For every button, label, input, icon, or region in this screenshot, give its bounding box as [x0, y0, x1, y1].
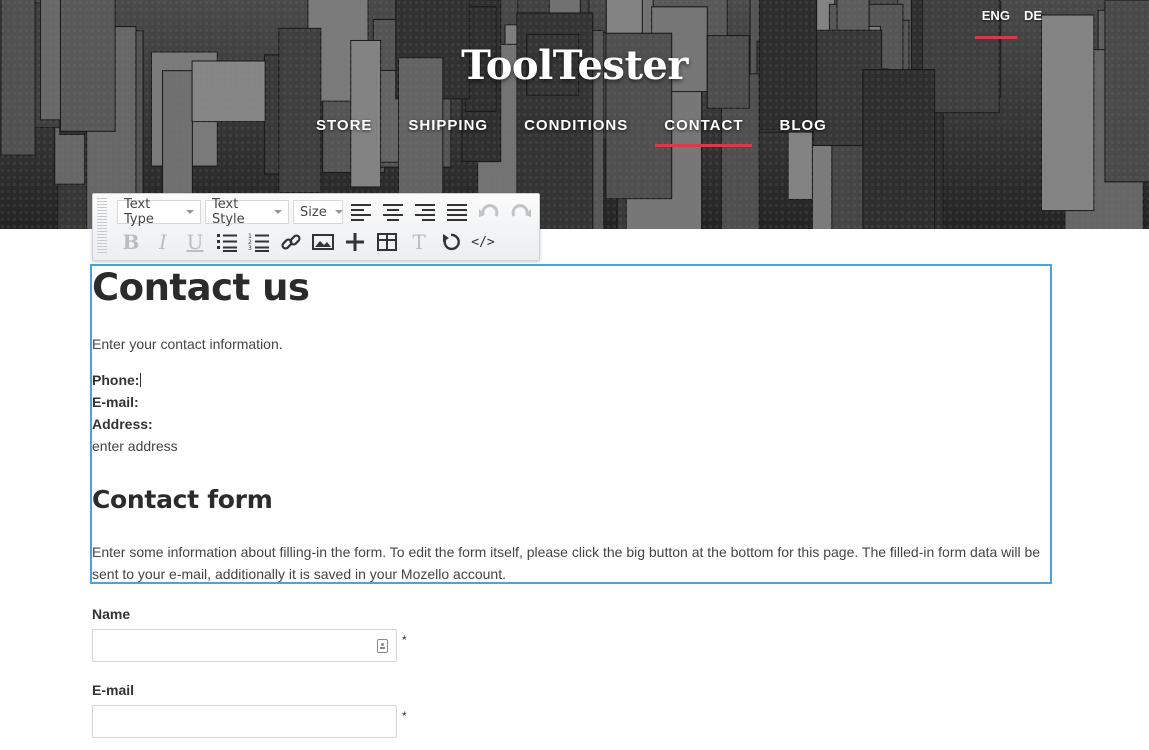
- text-cursor: [140, 373, 142, 387]
- refresh-icon: [443, 233, 460, 251]
- nav-item-conditions[interactable]: CONDITIONS: [506, 117, 646, 146]
- code-icon: </>: [471, 234, 495, 250]
- contact-card-icon: [377, 639, 388, 653]
- table-icon: [377, 233, 397, 251]
- size-dropdown[interactable]: Size: [293, 200, 343, 224]
- address-value: enter address: [92, 438, 178, 454]
- underline-button[interactable]: U: [181, 230, 209, 254]
- bullet-list-icon: [217, 234, 237, 252]
- editable-content-area[interactable]: [90, 264, 1052, 584]
- insert-button[interactable]: [341, 230, 369, 254]
- name-required-mark: *: [402, 633, 407, 647]
- align-justify-icon: [447, 204, 467, 221]
- link-button[interactable]: [277, 230, 305, 254]
- nav-item-shipping[interactable]: SHIPPING: [390, 117, 506, 146]
- contact-form-description: Enter some information about filling-in …: [92, 544, 1041, 582]
- email-field-label: E-mail: [92, 682, 135, 698]
- size-label: Size: [300, 204, 327, 220]
- text-type-label: Text Type: [124, 197, 154, 227]
- contact-intro-text: Enter your contact information.: [92, 336, 283, 352]
- svg-text:3: 3: [248, 245, 252, 252]
- table-button[interactable]: [373, 230, 401, 254]
- lang-de-link[interactable]: DE: [1017, 8, 1049, 33]
- numbered-list-button[interactable]: 123: [245, 230, 273, 254]
- site-title[interactable]: ToolTester: [0, 42, 1149, 89]
- text-style-dropdown[interactable]: Text Style: [205, 197, 289, 227]
- chevron-down-icon: [334, 210, 343, 214]
- clear-format-button[interactable]: T: [405, 230, 433, 254]
- name-field-label: Name: [92, 606, 131, 622]
- image-icon: [312, 234, 334, 250]
- main-nav: STORE SHIPPING CONDITIONS CONTACT BLOG: [298, 117, 845, 147]
- text-style-label: Text Style: [212, 197, 245, 227]
- editor-toolbar: Text Type Text Style Size B I U 1 2 3 T …: [92, 193, 540, 261]
- align-left-button[interactable]: [347, 200, 375, 224]
- align-center-icon: [383, 204, 403, 221]
- underline-icon: U: [186, 230, 204, 254]
- align-right-button[interactable]: [411, 200, 439, 224]
- name-input[interactable]: [92, 629, 397, 662]
- numbered-list-icon: 123: [248, 233, 269, 252]
- align-justify-button[interactable]: [443, 200, 471, 224]
- email-label: E-mail:: [92, 394, 139, 410]
- phone-label-text: Phone:: [92, 372, 140, 388]
- undo-button[interactable]: [475, 200, 503, 224]
- contact-form-heading: Contact form: [92, 485, 273, 514]
- source-code-button[interactable]: </>: [469, 230, 497, 254]
- toolbar-drag-handle[interactable]: [97, 198, 107, 254]
- chevron-down-icon: [274, 210, 282, 214]
- italic-button[interactable]: I: [149, 230, 177, 254]
- text-type-dropdown[interactable]: Text Type: [117, 197, 201, 227]
- align-right-icon: [415, 204, 435, 221]
- email-input[interactable]: [92, 705, 397, 738]
- italic-icon: I: [159, 230, 167, 254]
- redo-icon: [511, 204, 531, 217]
- plus-icon: [346, 233, 364, 251]
- phone-label: Phone:: [92, 372, 142, 388]
- language-switcher: ENG DE: [974, 8, 1049, 39]
- image-button[interactable]: [309, 230, 337, 254]
- chevron-down-icon: [186, 210, 194, 214]
- undo-icon: [479, 204, 499, 217]
- bold-button[interactable]: B: [117, 230, 145, 254]
- address-label: Address:: [92, 416, 153, 432]
- bold-icon: B: [122, 230, 140, 254]
- clear-format-icon: T: [412, 230, 426, 254]
- align-left-icon: [351, 204, 371, 221]
- nav-item-contact[interactable]: CONTACT: [646, 117, 761, 147]
- nav-item-store[interactable]: STORE: [298, 117, 390, 146]
- lang-eng-link[interactable]: ENG: [974, 8, 1018, 39]
- redo-button[interactable]: [507, 200, 535, 224]
- nav-item-blog[interactable]: BLOG: [761, 117, 844, 146]
- page-title: Contact us: [92, 266, 310, 309]
- bullet-list-button[interactable]: [213, 230, 241, 254]
- refresh-button[interactable]: [437, 230, 465, 254]
- align-center-button[interactable]: [379, 200, 407, 224]
- link-icon: [281, 234, 301, 250]
- email-required-mark: *: [402, 709, 407, 723]
